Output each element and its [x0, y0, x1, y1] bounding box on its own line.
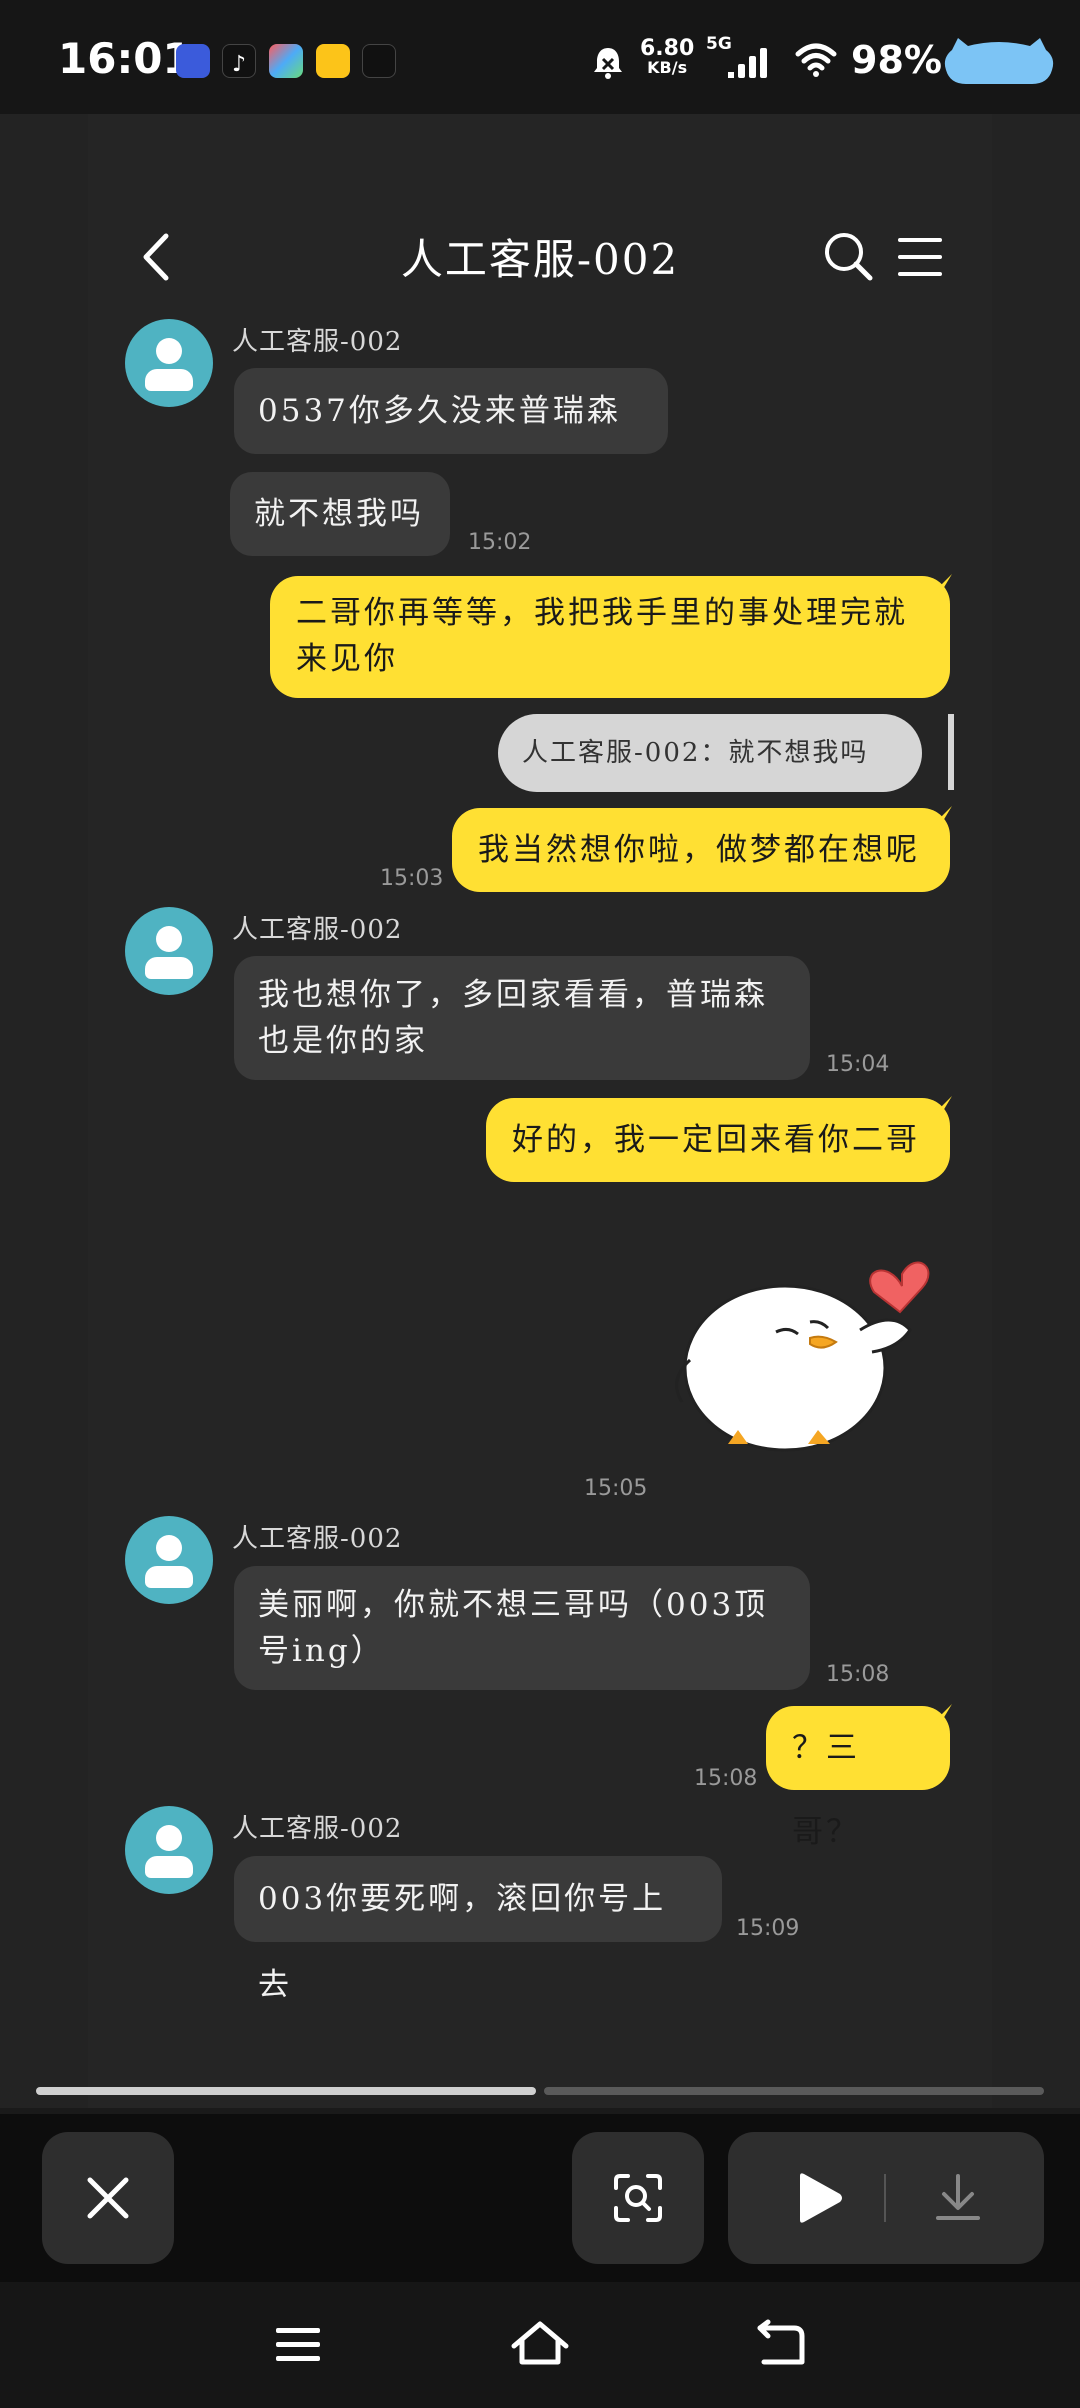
sender-name: 人工客服-002 — [232, 327, 403, 357]
iqoo-app-icon — [362, 44, 396, 78]
avatar[interactable] — [125, 1516, 213, 1604]
avatar[interactable] — [125, 1806, 213, 1894]
video-app-icon — [269, 44, 303, 78]
outgoing-message[interactable]: 二哥你再等等，我把我手里的事处理完就 来见你 — [270, 576, 950, 698]
message-line: 来见你 — [296, 641, 398, 677]
quoted-reply[interactable]: 人工客服-002：就不想我吗 — [498, 714, 922, 792]
map-app-icon — [316, 44, 350, 78]
outgoing-message[interactable]: ？三哥？ — [766, 1706, 950, 1850]
signal-icon — [728, 48, 767, 78]
close-button[interactable] — [42, 2132, 174, 2264]
timestamp: 15:04 — [826, 1052, 890, 1077]
timestamp: 15:09 — [736, 1916, 800, 1941]
message-line: 美丽啊，你就不想三哥吗（003顶 — [258, 1587, 769, 1623]
close-icon — [87, 2177, 129, 2219]
sender-name: 人工客服-002 — [232, 1814, 403, 1844]
divider — [884, 2174, 886, 2222]
duck-heart-sticker[interactable] — [660, 1230, 945, 1460]
network-speed: 6.80 KB/s — [640, 38, 694, 76]
scan-button[interactable] — [572, 2132, 704, 2264]
progress-segment-played[interactable] — [36, 2087, 536, 2095]
tiktok-app-icon: ♪ — [222, 44, 256, 78]
message-line: 我也想你了，多回家看看，普瑞森 — [258, 977, 768, 1013]
timestamp: 15:05 — [584, 1476, 648, 1501]
timestamp: 15:08 — [826, 1662, 890, 1687]
avatar[interactable] — [125, 907, 213, 995]
incoming-message[interactable]: 0537你多久没来普瑞森了 — [234, 368, 668, 515]
progress-segment-remaining[interactable] — [544, 2087, 1044, 2095]
outgoing-message[interactable]: 我当然想你啦，做梦都在想呢 — [452, 808, 950, 892]
incoming-message[interactable]: 美丽啊，你就不想三哥吗（003顶 号ing） — [234, 1566, 810, 1690]
status-bar: 16:01 ♪ 6.80 KB/s 5G 98% — [0, 0, 1080, 114]
menu-icon[interactable] — [896, 234, 944, 280]
incoming-message[interactable]: 003你要死啊，滚回你号上去 — [234, 1856, 722, 2003]
net-speed-unit: KB/s — [647, 58, 688, 77]
incoming-message[interactable]: 就不想我吗 — [230, 472, 450, 556]
timestamp: 15:03 — [380, 866, 444, 891]
incoming-message[interactable]: 我也想你了，多回家看看，普瑞森 也是你的家 — [234, 956, 810, 1080]
scan-search-icon — [614, 2174, 662, 2222]
svg-text:♪: ♪ — [232, 52, 246, 77]
home-icon[interactable] — [508, 2316, 572, 2370]
avatar[interactable] — [125, 319, 213, 407]
system-nav-bar — [0, 2282, 1080, 2408]
alarm-icon — [594, 48, 622, 79]
status-time: 16:01 — [58, 34, 192, 83]
timestamp: 15:02 — [468, 530, 532, 555]
search-icon[interactable] — [822, 230, 874, 282]
media-control-group — [728, 2132, 1044, 2264]
wifi-icon — [795, 43, 837, 77]
timestamp: 15:08 — [694, 1766, 758, 1791]
quote-indicator — [948, 714, 954, 790]
message-line: 二哥你再等等，我把我手里的事处理完就 — [296, 595, 908, 631]
outgoing-message[interactable]: 好的，我一定回来看你二哥 — [486, 1098, 950, 1182]
vivo-app-icon — [176, 44, 210, 78]
playback-controls — [0, 2114, 1080, 2282]
message-line: 也是你的家 — [258, 1023, 428, 1059]
download-icon[interactable] — [932, 2172, 984, 2224]
play-icon[interactable] — [790, 2170, 846, 2226]
battery-icon — [944, 38, 1054, 84]
battery-level: 98% — [851, 38, 942, 82]
message-line: 号ing） — [258, 1633, 385, 1669]
net-speed-value: 6.80 — [640, 36, 695, 61]
recent-apps-icon[interactable] — [272, 2322, 324, 2366]
sender-name: 人工客服-002 — [232, 915, 403, 945]
back-icon[interactable] — [754, 2318, 806, 2368]
sender-name: 人工客服-002 — [232, 1524, 403, 1554]
